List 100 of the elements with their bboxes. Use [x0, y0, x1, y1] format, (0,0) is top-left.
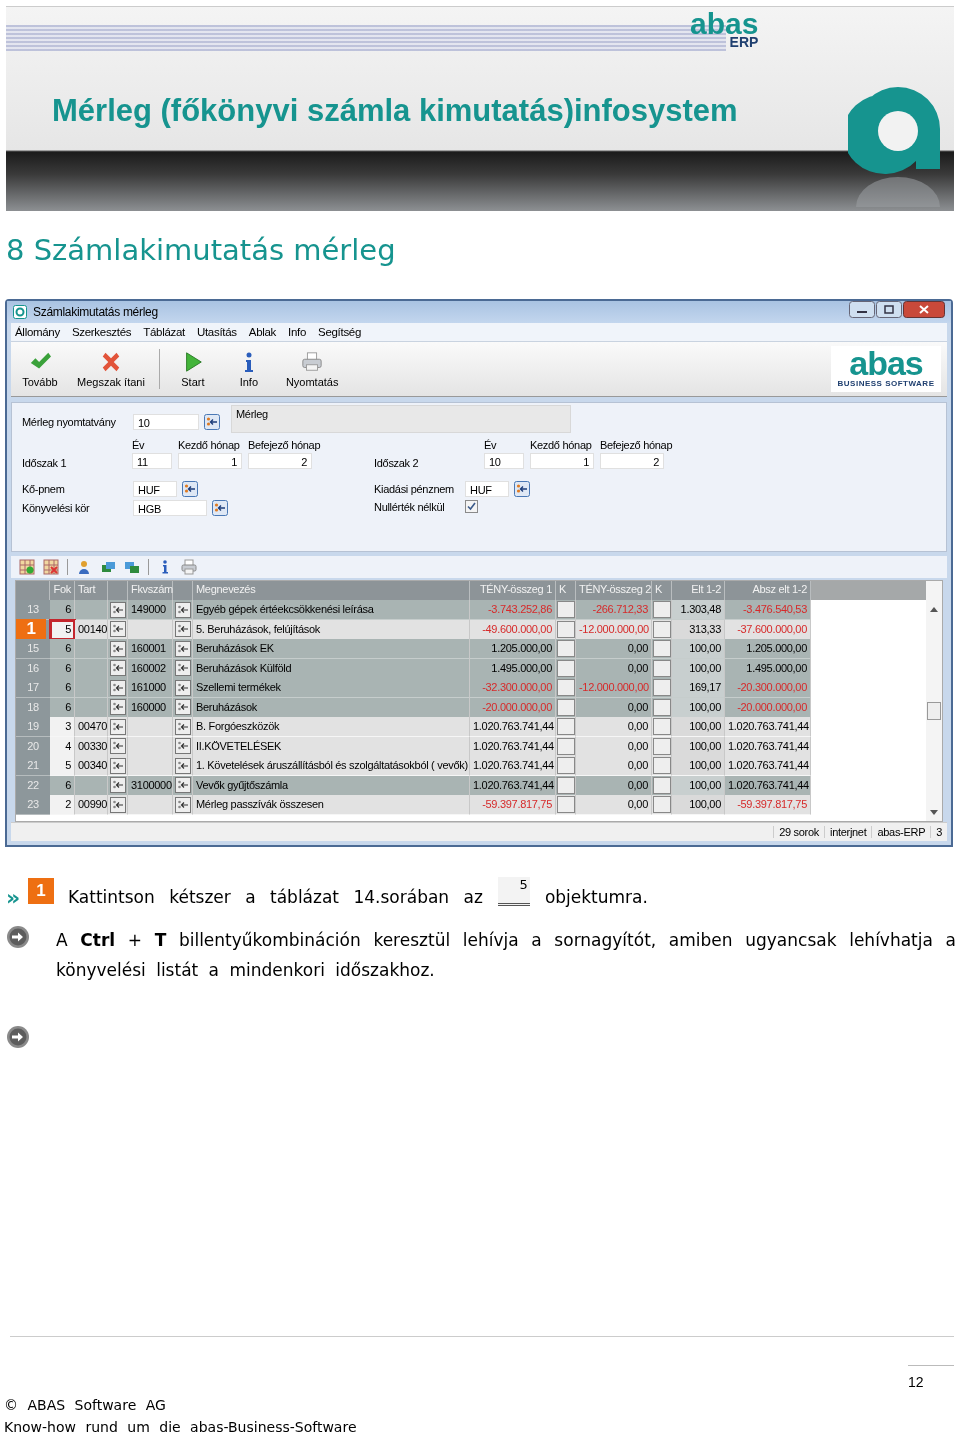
table-cell: 100,00	[672, 756, 725, 776]
scroll-down-icon[interactable]	[930, 810, 938, 815]
cell-button[interactable]	[556, 620, 575, 638]
table-cell: 1.205.000,00	[470, 639, 556, 659]
table-cell: 1.020.763.741,44	[725, 736, 811, 757]
step-badge: 1	[28, 878, 54, 904]
input-field[interactable]: 1	[178, 453, 242, 469]
cell-button[interactable]	[652, 659, 671, 677]
table-cell: 3100000	[128, 775, 173, 796]
table-cell: B. Forgóeszközök	[193, 717, 470, 737]
toolbar-button[interactable]: Nyomtatás	[281, 348, 343, 390]
input-field[interactable]: 1	[530, 453, 594, 469]
cell-button[interactable]	[109, 777, 126, 793]
menu-item[interactable]: Segítség	[318, 326, 362, 338]
cell-button[interactable]	[109, 660, 126, 676]
checkbox[interactable]	[465, 500, 478, 513]
toolbar-button[interactable]: Info	[225, 348, 272, 390]
table-cell: 1.205.000,00	[725, 639, 811, 659]
cell-button[interactable]	[556, 737, 575, 755]
input-field[interactable]: 2	[600, 453, 664, 469]
cell-button[interactable]	[652, 601, 671, 618]
cell-button[interactable]	[174, 738, 191, 754]
cell-button[interactable]	[109, 679, 126, 696]
table-delete-icon[interactable]	[43, 559, 59, 575]
cell-button[interactable]	[109, 718, 126, 735]
cell-button[interactable]	[109, 621, 126, 637]
table-cell: 6	[50, 600, 75, 620]
cell-button[interactable]	[109, 738, 126, 754]
cell-button[interactable]	[556, 698, 575, 716]
toolbar-button[interactable]: Start	[169, 348, 216, 390]
input-field[interactable]: HGB	[133, 500, 207, 516]
cell-button[interactable]	[556, 640, 575, 657]
cell-button[interactable]	[652, 640, 671, 657]
menu-item[interactable]: Állomány	[15, 326, 60, 338]
cell-button[interactable]	[652, 679, 671, 696]
input-field[interactable]: 2	[248, 453, 312, 469]
scroll-up-icon[interactable]	[930, 607, 938, 612]
table-cell: 5	[50, 619, 75, 640]
erp-logo: abas ERP	[690, 9, 759, 49]
minimize-button[interactable]	[849, 301, 875, 318]
table-cell: 00470	[75, 717, 108, 737]
cell-button[interactable]	[174, 757, 191, 774]
menu-item[interactable]: Ablak	[248, 326, 277, 338]
cell-button[interactable]	[109, 640, 126, 657]
cell-button[interactable]	[652, 737, 671, 755]
cell-button[interactable]	[556, 679, 575, 696]
input-field[interactable]: HUF	[133, 481, 177, 497]
cell-button[interactable]	[652, 757, 671, 774]
cell-button[interactable]	[174, 796, 191, 813]
cell-button[interactable]	[174, 660, 191, 676]
table-cell: 0,00	[576, 795, 652, 815]
input-field[interactable]: HUF	[465, 481, 509, 497]
cell-button[interactable]	[174, 640, 191, 657]
menu-item[interactable]: Info	[288, 326, 307, 338]
input-field[interactable]: 10	[133, 414, 199, 430]
menu-item[interactable]: Táblázat	[143, 326, 185, 338]
input-field[interactable]: 11	[132, 453, 172, 469]
arrow-circle-icon	[6, 1025, 30, 1049]
table-cell: Egyéb gépek értéekcsökkenési leírása	[193, 600, 470, 620]
person-icon[interactable]	[76, 559, 92, 575]
cell-button[interactable]	[174, 621, 191, 637]
toolbar-button[interactable]: Tovább	[17, 348, 63, 390]
cell-button[interactable]	[174, 679, 191, 696]
cell-button[interactable]	[652, 718, 671, 735]
cell-button[interactable]	[556, 757, 575, 774]
cell-button[interactable]	[652, 698, 671, 716]
cell-button[interactable]	[556, 776, 575, 794]
maximize-button[interactable]	[876, 301, 902, 318]
close-button[interactable]	[903, 301, 945, 318]
toolbar-button[interactable]: Megszak ítani	[73, 348, 149, 390]
scrollbar[interactable]	[926, 581, 942, 821]
cell-button[interactable]	[174, 699, 191, 715]
menu-item[interactable]: Szerkesztés	[71, 326, 132, 338]
table-cell: Beruházások Külföld	[193, 658, 470, 679]
cell-button[interactable]	[652, 796, 671, 813]
cards-icon[interactable]	[100, 559, 116, 575]
cell-button[interactable]	[109, 757, 126, 774]
cards-icon[interactable]	[124, 559, 140, 575]
lookup-button[interactable]	[204, 414, 220, 430]
cell-button[interactable]	[109, 601, 126, 618]
cell-button[interactable]	[556, 601, 575, 618]
lookup-button[interactable]	[514, 481, 530, 497]
lookup-button[interactable]	[212, 500, 228, 516]
scroll-thumb[interactable]	[927, 702, 941, 720]
lookup-button[interactable]	[182, 481, 198, 497]
cell-button[interactable]	[174, 601, 191, 618]
table-cell: 100,00	[672, 717, 725, 737]
cell-button[interactable]	[556, 659, 575, 677]
input-field[interactable]: 10	[484, 453, 524, 469]
menu-item[interactable]: Utasítás	[196, 326, 237, 338]
cell-button[interactable]	[652, 620, 671, 638]
cell-button[interactable]	[109, 699, 126, 715]
cell-button[interactable]	[556, 796, 575, 813]
cell-button[interactable]	[652, 776, 671, 794]
cell-button[interactable]	[174, 777, 191, 793]
column-label: Év	[132, 439, 146, 451]
cell-button[interactable]	[174, 718, 191, 735]
cell-button[interactable]	[556, 718, 575, 735]
table-cell: 1.020.763.741,44	[470, 756, 556, 776]
cell-button[interactable]	[109, 796, 126, 813]
